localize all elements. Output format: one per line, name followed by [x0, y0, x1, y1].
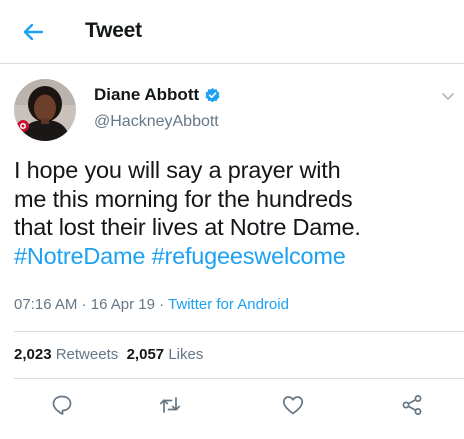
verified-badge-icon — [204, 87, 221, 104]
author-name-row: Diane Abbott — [94, 85, 221, 105]
likes-stat[interactable]: 2,057 Likes — [127, 346, 204, 363]
share-button[interactable] — [400, 393, 424, 417]
retweets-stat[interactable]: 2,023 Retweets — [14, 346, 118, 363]
action-bar — [0, 393, 464, 421]
profile-photo — [14, 79, 76, 141]
engagement-stats: 2,023 Retweets 2,057 Likes — [14, 346, 203, 363]
chevron-down-icon[interactable] — [440, 88, 456, 104]
reply-button[interactable] — [50, 393, 74, 417]
tweet-date: 16 Apr 19 — [90, 296, 155, 313]
tweet-text-line: me this morning for the hundreds — [14, 185, 353, 212]
hashtag-link[interactable]: #refugeeswelcome — [152, 243, 346, 269]
reply-icon — [52, 395, 72, 415]
author-handle[interactable]: @HackneyAbbott — [94, 113, 219, 131]
meta-separator: · — [159, 296, 165, 313]
top-bar: Tweet — [0, 0, 464, 64]
tweet-time: 07:16 AM — [14, 296, 78, 313]
divider — [14, 331, 464, 332]
page-title: Tweet — [85, 19, 142, 42]
tweet-text-line: that lost their lives at Notre Dame. — [14, 214, 361, 240]
hashtag-line: #NotreDame #refugeeswelcome — [14, 242, 454, 271]
author-name[interactable]: Diane Abbott — [94, 85, 199, 105]
back-arrow-icon — [23, 23, 44, 41]
tweet-source-link[interactable]: Twitter for Android — [168, 296, 289, 313]
retweets-count: 2,023 — [14, 346, 52, 363]
back-button[interactable] — [20, 19, 46, 45]
retweet-icon — [159, 397, 181, 413]
hashtag-link[interactable]: #NotreDame — [14, 243, 145, 269]
like-icon — [282, 396, 304, 415]
divider — [14, 378, 464, 379]
meta-separator: · — [81, 296, 87, 313]
retweet-button[interactable] — [158, 393, 182, 417]
avatar[interactable] — [14, 79, 76, 141]
tweet-text: I hope you will say a prayer with me thi… — [14, 156, 454, 270]
like-button[interactable] — [281, 393, 305, 417]
likes-label: Likes — [168, 346, 204, 363]
tweet-text-line: I hope you will say a prayer with — [14, 157, 341, 183]
likes-count: 2,057 — [126, 346, 165, 363]
tweet-meta: 07:16 AM · 16 Apr 19 · Twitter for Andro… — [14, 296, 289, 313]
retweets-label: Retweets — [55, 346, 119, 363]
share-icon — [402, 395, 422, 415]
